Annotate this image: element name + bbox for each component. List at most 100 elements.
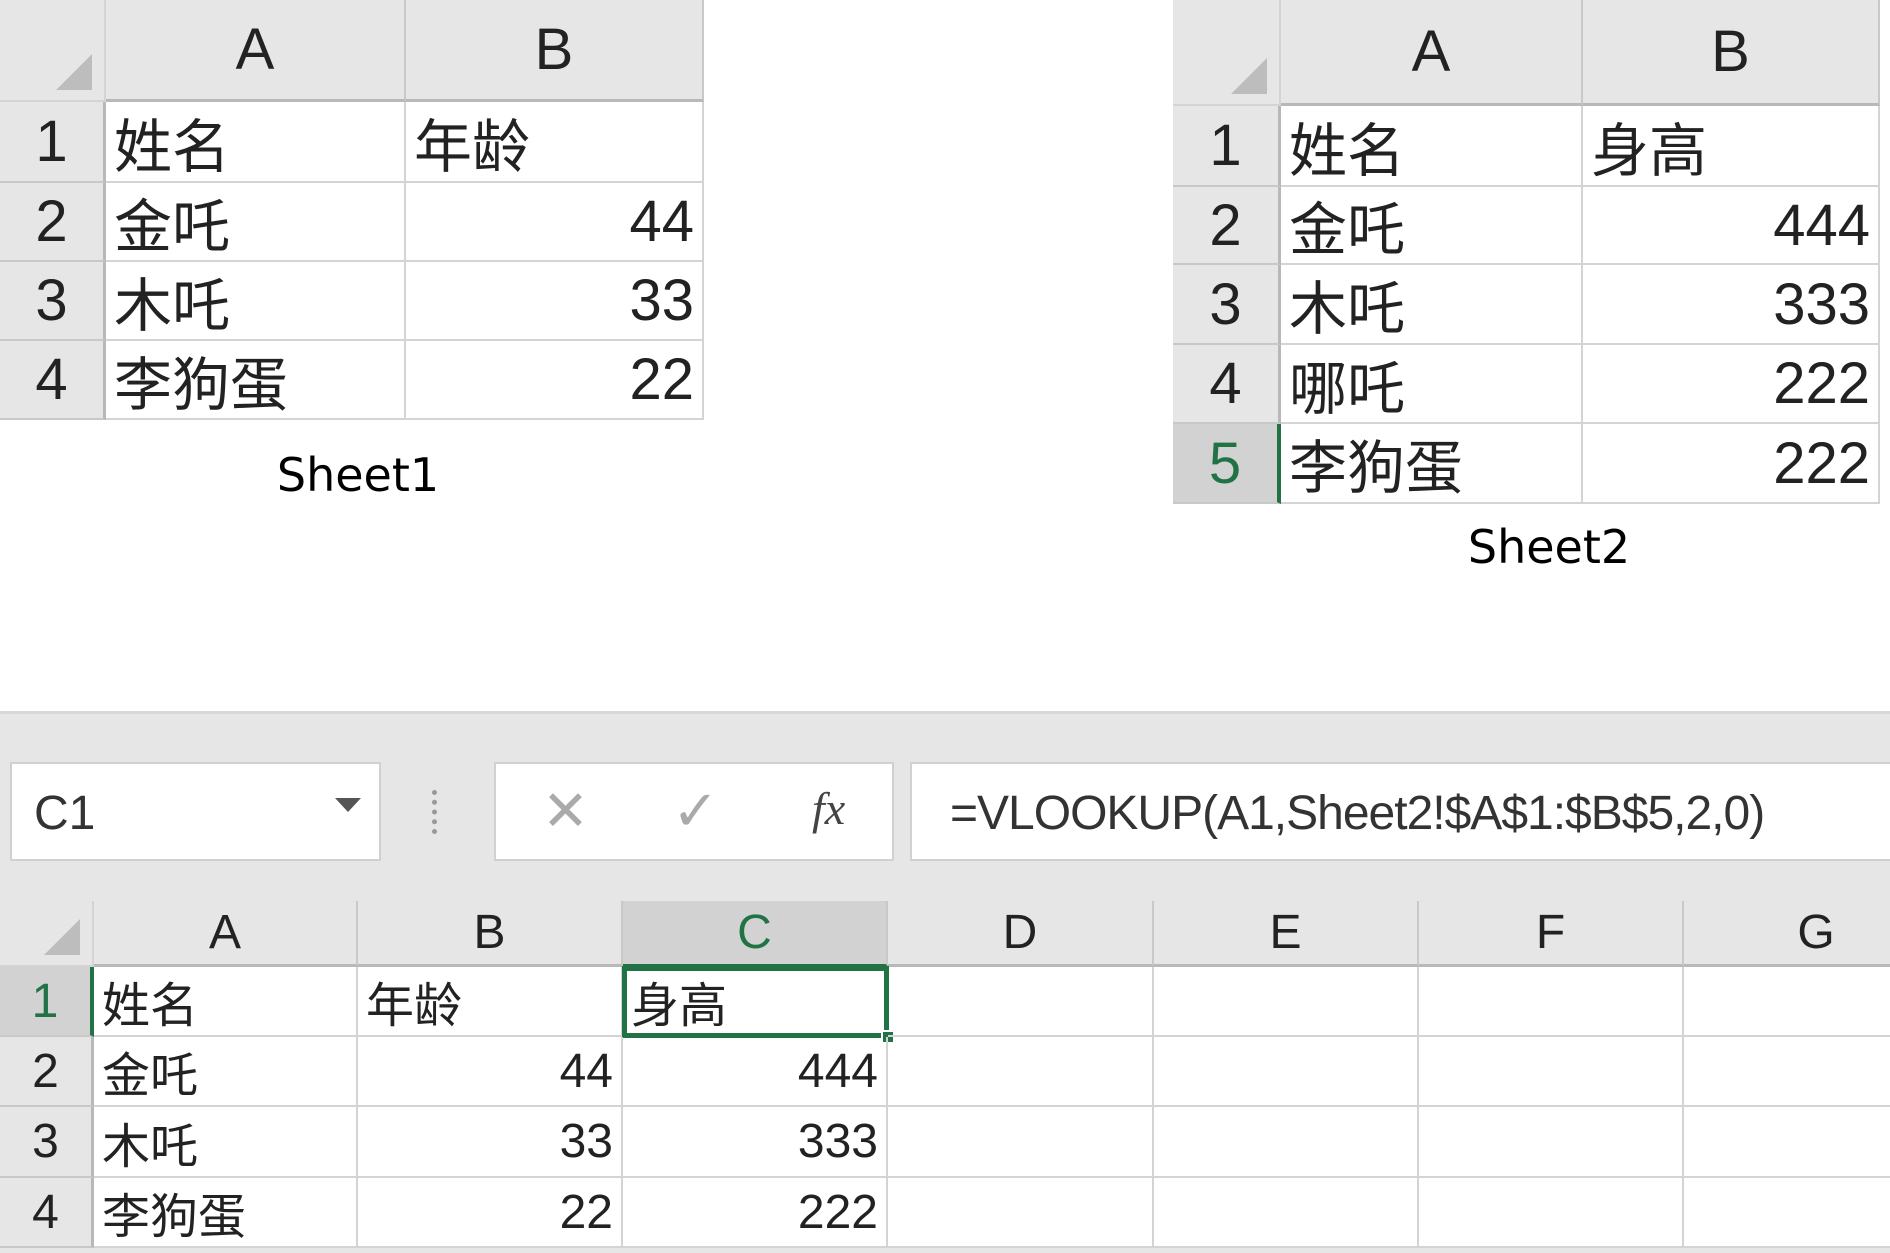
cell-C4-text: 222 [797, 1185, 878, 1239]
select-all-corner[interactable] [1173, 0, 1281, 106]
cell-G4[interactable] [1684, 1178, 1890, 1248]
row-header-3[interactable]: 3 [0, 262, 106, 341]
cell-E3[interactable] [1154, 1107, 1419, 1178]
enter-check-icon[interactable]: ✓ [672, 778, 719, 844]
cell-B3[interactable]: 33 [358, 1107, 623, 1178]
column-header-A-text: A [1411, 19, 1451, 84]
cell-A3[interactable]: 木吒 [106, 262, 406, 341]
column-header-F[interactable]: F [1419, 901, 1684, 967]
row-header-1[interactable]: 1 [1173, 106, 1281, 187]
cell-B4-text: 222 [1773, 351, 1870, 416]
excel-workbook: C1 ✕ ✓ fx =VLOOKUP(A1,Sheet2!$A$1:$B$5,2… [0, 711, 1890, 1253]
column-header-A[interactable]: A [1281, 0, 1583, 106]
cell-D4[interactable] [888, 1178, 1154, 1248]
cell-B1[interactable]: 年龄 [358, 967, 623, 1037]
cell-D3[interactable] [888, 1107, 1154, 1178]
cell-A2[interactable]: 金吒 [106, 183, 406, 262]
cell-C1[interactable]: 身高 [622, 966, 895, 1044]
row-header-4[interactable]: 4 [1173, 345, 1281, 424]
row-header-2[interactable]: 2 [0, 1037, 94, 1107]
cell-B3[interactable]: 333 [1583, 265, 1880, 345]
cell-F1[interactable] [1419, 967, 1684, 1037]
row-header-1[interactable]: 1 [0, 102, 106, 183]
formula-input[interactable]: =VLOOKUP(A1,Sheet2!$A$1:$B$5,2,0) [910, 762, 1890, 861]
chevron-down-icon[interactable] [335, 798, 361, 812]
cell-B2[interactable]: 44 [406, 183, 704, 262]
cell-F4[interactable] [1419, 1178, 1684, 1248]
row-header-1[interactable]: 1 [0, 967, 94, 1037]
cell-E2[interactable] [1154, 1037, 1419, 1107]
cell-C2[interactable]: 444 [623, 1037, 888, 1107]
cell-G2[interactable] [1684, 1037, 1890, 1107]
cell-A3[interactable]: 木吒 [1281, 265, 1583, 345]
cell-B4[interactable]: 22 [358, 1178, 623, 1248]
row-header-3[interactable]: 3 [1173, 265, 1281, 345]
cell-B4[interactable]: 222 [1583, 345, 1880, 424]
cell-B1[interactable]: 身高 [1583, 106, 1880, 187]
column-header-C-text: C [737, 906, 772, 959]
cell-A4[interactable]: 哪吒 [1281, 345, 1583, 424]
cell-B2[interactable]: 44 [358, 1037, 623, 1107]
row-header-1-text: 1 [35, 109, 68, 174]
name-box[interactable]: C1 [10, 762, 381, 861]
cell-A4[interactable]: 李狗蛋 [106, 341, 406, 420]
row-header-4-text: 4 [35, 347, 68, 412]
column-header-B[interactable]: B [1583, 0, 1880, 106]
column-header-C[interactable]: C [623, 901, 888, 967]
column-header-B[interactable]: B [406, 0, 704, 102]
select-all-corner[interactable] [0, 0, 106, 102]
cell-B4[interactable]: 22 [406, 341, 704, 420]
cell-B2[interactable]: 444 [1583, 187, 1880, 265]
cell-A1[interactable]: 姓名 [94, 967, 358, 1037]
row-header-2[interactable]: 2 [1173, 187, 1281, 265]
column-header-E[interactable]: E [1154, 901, 1419, 967]
row-header-3[interactable]: 3 [0, 1107, 94, 1178]
cell-B5[interactable]: 222 [1583, 424, 1880, 504]
column-header-A-text: A [235, 17, 275, 82]
row-header-4[interactable]: 4 [0, 341, 106, 420]
column-header-A[interactable]: A [94, 901, 358, 967]
cell-F2[interactable] [1419, 1037, 1684, 1107]
row-header-5[interactable]: 5 [1173, 424, 1281, 504]
cell-D2[interactable] [888, 1037, 1154, 1107]
fx-icon[interactable]: fx [812, 782, 845, 835]
cell-B1-text: 身高 [1591, 118, 1708, 184]
cell-B3-text: 33 [559, 1115, 613, 1168]
cell-A1[interactable]: 姓名 [1281, 106, 1583, 187]
cell-A2-text: 金吒 [102, 1050, 199, 1103]
cell-A4[interactable]: 李狗蛋 [94, 1178, 358, 1248]
drag-handle-icon[interactable] [432, 790, 438, 834]
cell-A3[interactable]: 木吒 [94, 1107, 358, 1178]
cell-B2-text: 444 [1773, 192, 1870, 258]
cell-A4-text: 李狗蛋 [114, 352, 289, 418]
column-header-D-text: D [1002, 906, 1038, 959]
cell-B1[interactable]: 年龄 [406, 102, 704, 183]
cell-C3[interactable]: 333 [623, 1107, 888, 1178]
cell-B3[interactable]: 33 [406, 262, 704, 341]
cell-F3[interactable] [1419, 1107, 1684, 1178]
column-header-B-text: B [1711, 19, 1750, 84]
cell-G3[interactable] [1684, 1107, 1890, 1178]
column-header-D[interactable]: D [888, 901, 1154, 967]
row-header-2[interactable]: 2 [0, 183, 106, 262]
cell-E1[interactable] [1154, 967, 1419, 1037]
row-header-2-text: 2 [32, 1044, 59, 1098]
column-header-A[interactable]: A [106, 0, 406, 102]
cell-D1[interactable] [888, 967, 1154, 1037]
formula-buttons: ✕ ✓ fx [494, 762, 894, 861]
row-header-3-text: 3 [35, 268, 68, 333]
cell-C4[interactable]: 222 [623, 1178, 888, 1248]
column-header-B[interactable]: B [358, 901, 623, 967]
column-header-G[interactable]: G [1684, 901, 1890, 967]
cell-A2[interactable]: 金吒 [1281, 187, 1583, 265]
row-header-4[interactable]: 4 [0, 1178, 94, 1248]
cell-A1[interactable]: 姓名 [106, 102, 406, 183]
cell-A2[interactable]: 金吒 [94, 1037, 358, 1107]
cell-E4[interactable] [1154, 1178, 1419, 1248]
row-header-1-text: 1 [31, 974, 59, 1028]
cell-A5[interactable]: 李狗蛋 [1281, 424, 1583, 504]
select-all-corner[interactable] [0, 901, 94, 967]
cell-G1[interactable] [1684, 967, 1890, 1037]
cancel-icon[interactable]: ✕ [542, 778, 589, 844]
cell-B1-text: 年龄 [366, 980, 463, 1033]
